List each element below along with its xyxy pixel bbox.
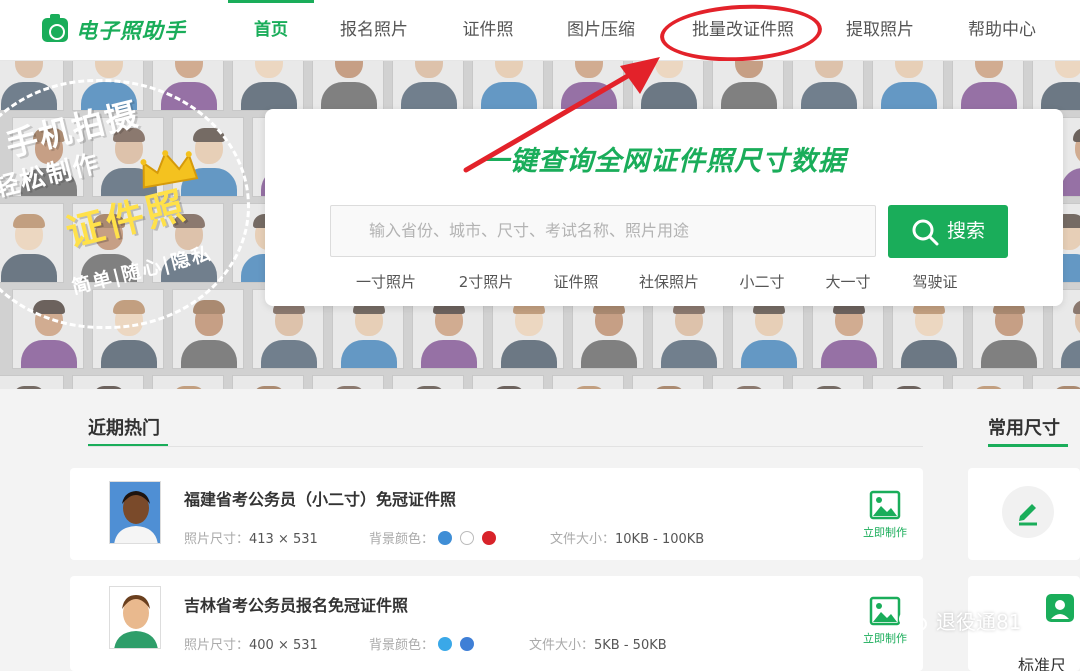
image-icon [869, 490, 901, 520]
bg-color-blue [438, 531, 453, 545]
quick-tag-2inch[interactable]: 2寸照片 [448, 271, 524, 292]
edit-icon [1002, 486, 1054, 538]
bg-color-light-blue [438, 637, 453, 651]
nav-item-registration-photo[interactable]: 报名照片 [328, 0, 420, 61]
quick-tag-small-2inch[interactable]: 小二寸 [730, 271, 794, 292]
nav-item-home[interactable]: 首页 [228, 0, 314, 61]
common-sizes-title: 常用尺寸 [988, 418, 1060, 439]
common-size-card[interactable] [968, 468, 1080, 560]
search-icon [912, 219, 939, 245]
bg-color-blue [460, 637, 475, 651]
make-now-button[interactable]: 立即制作 [859, 490, 911, 540]
bg-color-red [482, 531, 497, 545]
bg-color-white [460, 531, 475, 545]
red-arrow-annotation [463, 57, 660, 173]
quick-tag-social-security[interactable]: 社保照片 [631, 271, 707, 292]
avatar [109, 481, 161, 544]
avatar [109, 586, 161, 649]
item-bg-colors: 背景颜色： [369, 528, 500, 547]
watermark: 退役通81 [898, 606, 1021, 635]
list-item[interactable]: 福建省考公务员（小二寸）免冠证件照 照片尺寸：413 × 531 背景颜色： 文… [70, 468, 923, 560]
search-button-label: 搜索 [946, 220, 985, 242]
image-icon [869, 596, 901, 626]
recent-section-divider [88, 446, 923, 447]
item-title[interactable]: 吉林省考公务员报名免冠证件照 [184, 592, 408, 616]
list-item[interactable]: 吉林省考公务员报名免冠证件照 照片尺寸：400 × 531 背景颜色： 文件大小… [70, 576, 923, 671]
id-card-icon [1038, 586, 1080, 630]
common-sizes-underline [988, 444, 1068, 447]
wechat-icon [899, 609, 927, 631]
site-logo[interactable]: 电子照助手 [42, 14, 186, 44]
quick-tag-id-photo[interactable]: 证件照 [544, 271, 608, 292]
quick-tag-1inch[interactable]: 一寸照片 [348, 271, 424, 292]
item-title[interactable]: 福建省考公务员（小二寸）免冠证件照 [184, 486, 456, 510]
item-size: 照片尺寸：400 × 531 [184, 638, 318, 653]
logo-text: 电子照助手 [76, 19, 186, 43]
item-size: 照片尺寸：413 × 531 [184, 532, 318, 547]
item-file-size: 文件大小：10KB - 100KB [550, 532, 705, 547]
item-bg-colors: 背景颜色： [369, 634, 478, 653]
item-file-size: 文件大小：5KB - 50KB [529, 638, 667, 653]
search-input[interactable]: 输入省份、城市、尺寸、考试名称、照片用途 [330, 205, 876, 257]
search-button[interactable]: 搜索 [888, 205, 1008, 258]
nav-item-help-center[interactable]: 帮助中心 [956, 0, 1048, 61]
nav-item-extract-photo[interactable]: 提取照片 [835, 0, 925, 61]
quick-tag-large-1inch[interactable]: 大一寸 [816, 271, 880, 292]
recent-section-title: 近期热门 [88, 418, 160, 439]
standard-size-label: 标准尺寸 [1018, 656, 1067, 671]
quick-tag-drivers-license[interactable]: 驾驶证 [903, 271, 967, 292]
camera-icon [42, 14, 68, 42]
